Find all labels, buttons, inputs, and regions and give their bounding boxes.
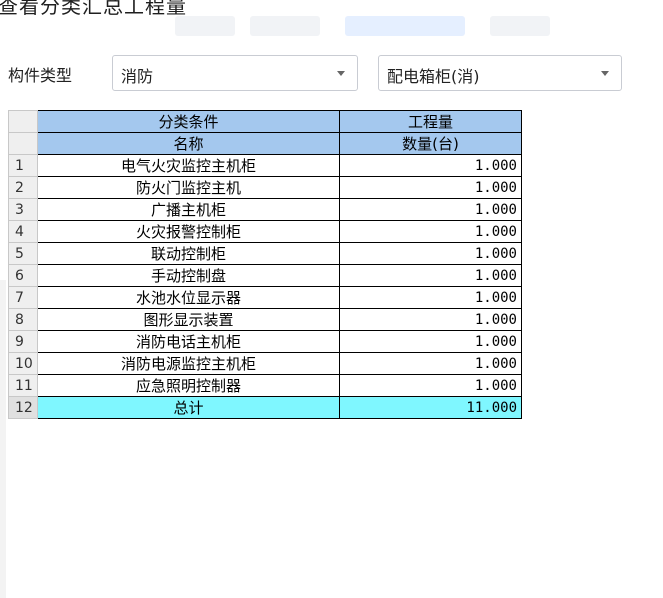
group-header[interactable]: 分类条件 — [37, 110, 340, 133]
table-row[interactable]: 8 图形显示装置 1.000 — [8, 308, 522, 331]
name-header[interactable]: 名称 — [37, 132, 340, 155]
row-index: 4 — [8, 220, 38, 243]
table-row[interactable]: 4 火灾报警控制柜 1.000 — [8, 220, 522, 243]
row-index: 3 — [8, 198, 38, 221]
table-row[interactable]: 6 手动控制盘 1.000 — [8, 264, 522, 287]
component-type-select[interactable]: 消防 — [112, 55, 358, 91]
item-quantity: 1.000 — [339, 308, 522, 331]
item-quantity: 1.000 — [339, 176, 522, 199]
chevron-down-icon — [337, 71, 345, 76]
item-quantity: 1.000 — [339, 154, 522, 177]
item-quantity: 1.000 — [339, 286, 522, 309]
component-type-label: 构件类型 — [8, 66, 73, 85]
summary-table: 分类条件 工程量 名称 数量(台) 1 电气火灾监控主机柜 1.000 2 防火门监控主… — [8, 110, 522, 419]
corner-cell — [8, 132, 38, 155]
row-index: 5 — [8, 242, 38, 265]
background-blur — [345, 16, 465, 36]
item-name: 火灾报警控制柜 — [37, 220, 340, 243]
table-row[interactable]: 3 广播主机柜 1.000 — [8, 198, 522, 221]
table-row[interactable]: 1 电气火灾监控主机柜 1.000 — [8, 154, 522, 177]
table-row[interactable]: 10 消防电源监控主机柜 1.000 — [8, 352, 522, 375]
table-row[interactable]: 2 防火门监控主机 1.000 — [8, 176, 522, 199]
row-index: 1 — [8, 154, 38, 177]
header-row-2: 名称 数量(台) — [8, 132, 522, 155]
item-quantity: 1.000 — [339, 352, 522, 375]
chevron-down-icon — [601, 71, 609, 76]
item-quantity: 1.000 — [339, 330, 522, 353]
unit-header[interactable]: 数量(台) — [339, 132, 522, 155]
item-name: 手动控制盘 — [37, 264, 340, 287]
item-quantity: 1.000 — [339, 242, 522, 265]
total-row[interactable]: 12 总计 11.000 — [8, 396, 522, 419]
item-name: 应急照明控制器 — [37, 374, 340, 397]
item-name: 广播主机柜 — [37, 198, 340, 221]
background-blur — [250, 16, 320, 36]
item-quantity: 1.000 — [339, 264, 522, 287]
row-index: 12 — [8, 396, 38, 419]
row-index: 7 — [8, 286, 38, 309]
background-blur — [490, 16, 550, 36]
sub-type-value: 配电箱柜(消) — [387, 67, 480, 86]
component-type-value: 消防 — [121, 67, 154, 86]
total-label: 总计 — [37, 396, 340, 419]
quantity-header[interactable]: 工程量 — [339, 110, 522, 133]
item-name: 图形显示装置 — [37, 308, 340, 331]
item-name: 电气火灾监控主机柜 — [37, 154, 340, 177]
row-index: 6 — [8, 264, 38, 287]
sub-type-select[interactable]: 配电箱柜(消) — [378, 55, 622, 91]
item-name: 水池水位显示器 — [37, 286, 340, 309]
row-index: 8 — [8, 308, 38, 331]
background-blur — [175, 16, 235, 36]
table-row[interactable]: 9 消防电话主机柜 1.000 — [8, 330, 522, 353]
item-name: 联动控制柜 — [37, 242, 340, 265]
row-index: 9 — [8, 330, 38, 353]
item-name: 消防电源监控主机柜 — [37, 352, 340, 375]
row-index: 2 — [8, 176, 38, 199]
table-row[interactable]: 5 联动控制柜 1.000 — [8, 242, 522, 265]
left-edge — [0, 280, 6, 598]
table-row[interactable]: 7 水池水位显示器 1.000 — [8, 286, 522, 309]
item-quantity: 1.000 — [339, 374, 522, 397]
row-index: 10 — [8, 352, 38, 375]
row-index: 11 — [8, 374, 38, 397]
item-quantity: 1.000 — [339, 198, 522, 221]
header-row-1: 分类条件 工程量 — [8, 110, 522, 133]
total-quantity: 11.000 — [339, 396, 522, 419]
dialog-title: 查看分类汇总工程量 — [0, 0, 187, 18]
item-name: 消防电话主机柜 — [37, 330, 340, 353]
item-quantity: 1.000 — [339, 220, 522, 243]
corner-cell — [8, 110, 38, 133]
table-row[interactable]: 11 应急照明控制器 1.000 — [8, 374, 522, 397]
summary-dialog: 查看分类汇总工程量 构件类型 消防 配电箱柜(消) 分类条件 工程量 名称 数量… — [0, 0, 663, 598]
item-name: 防火门监控主机 — [37, 176, 340, 199]
